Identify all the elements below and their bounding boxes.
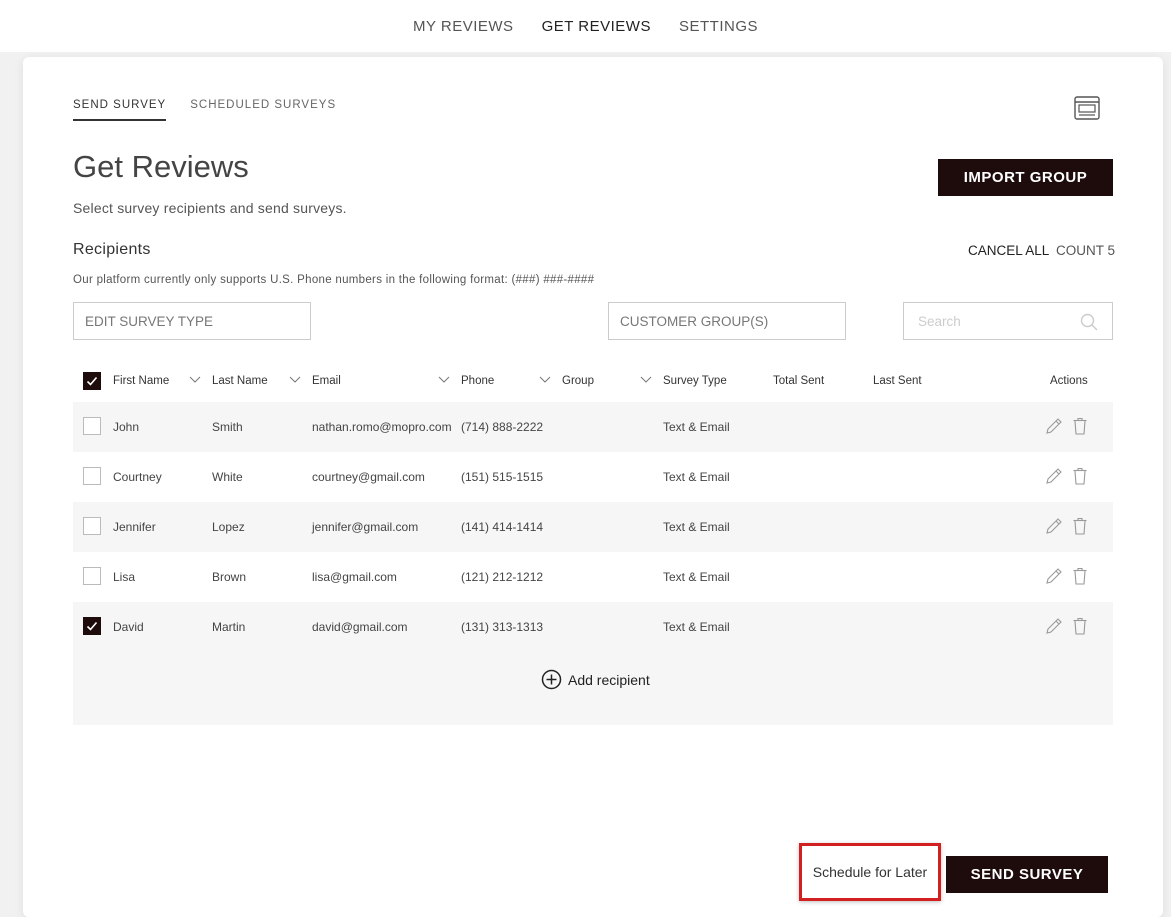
add-recipient-label: Add recipient <box>568 671 650 688</box>
customer-groups-select[interactable]: CUSTOMER GROUP(S) <box>608 302 846 340</box>
trash-icon[interactable] <box>1070 566 1090 586</box>
row-checkbox[interactable] <box>83 517 101 535</box>
trash-icon[interactable] <box>1070 616 1090 636</box>
header-last-sent: Last Sent <box>873 375 922 387</box>
phone-format-notice: Our platform currently only supports U.S… <box>73 274 595 286</box>
cell-phone: (131) 313-1313 <box>461 620 544 634</box>
send-survey-button[interactable]: SEND SURVEY <box>946 856 1108 893</box>
add-recipient-button[interactable]: Add recipient <box>541 669 650 690</box>
header-group: Group <box>562 375 594 387</box>
cell-last-name: Lopez <box>212 520 245 534</box>
chevron-down-icon[interactable] <box>289 376 301 384</box>
nav-settings[interactable]: SETTINGS <box>679 18 758 35</box>
cell-survey-type: Text & Email <box>663 570 730 584</box>
recipient-count: COUNT 5 <box>1056 243 1116 258</box>
plus-circle-icon <box>541 669 562 690</box>
row-checkbox[interactable] <box>83 417 101 435</box>
edit-pencil-icon[interactable] <box>1044 416 1064 436</box>
select-all-checkbox[interactable] <box>83 372 101 390</box>
trash-icon[interactable] <box>1070 416 1090 436</box>
table-body: John Smith nathan.romo@mopro.com (714) 888-… <box>73 402 1113 652</box>
table-header: First Name Last Name Email Phone Group S… <box>73 362 1113 402</box>
cell-phone: (714) 888-2222 <box>461 420 544 434</box>
recipients-title: Recipients <box>73 241 151 258</box>
tab-send-survey[interactable]: SEND SURVEY <box>73 99 167 121</box>
table-row: John Smith nathan.romo@mopro.com (714) 888-… <box>73 402 1113 452</box>
check-icon <box>86 376 98 386</box>
trash-icon[interactable] <box>1070 516 1090 536</box>
nav-my-reviews[interactable]: MY REVIEWS <box>413 18 514 35</box>
cell-email: jennifer@gmail.com <box>312 520 419 534</box>
cell-first-name: Courtney <box>113 470 162 484</box>
nav-get-reviews[interactable]: GET REVIEWS <box>542 18 651 35</box>
cell-email: nathan.romo@mopro.com <box>312 420 452 434</box>
add-recipient-row: Add recipient <box>73 652 1113 725</box>
row-checkbox[interactable] <box>83 617 101 635</box>
table-row: Jennifer Lopez jennifer@gmail.com (141) 414… <box>73 502 1113 552</box>
edit-pencil-icon[interactable] <box>1044 466 1064 486</box>
cell-first-name: David <box>113 620 144 634</box>
cell-survey-type: Text & Email <box>663 470 730 484</box>
cell-phone: (151) 515-1515 <box>461 470 544 484</box>
cell-email: courtney@gmail.com <box>312 470 425 484</box>
header-first-name: First Name <box>113 375 170 387</box>
import-group-button[interactable]: IMPORT GROUP <box>938 159 1113 196</box>
cancel-all-link[interactable]: CANCEL ALL <box>968 243 1049 258</box>
row-checkbox[interactable] <box>83 567 101 585</box>
cell-last-name: Smith <box>212 420 243 434</box>
cell-last-name: Martin <box>212 620 246 634</box>
cell-last-name: White <box>212 470 243 484</box>
main-card: SEND SURVEY SCHEDULED SURVEYS Get Review… <box>23 57 1163 917</box>
chevron-down-icon[interactable] <box>189 376 201 384</box>
header-phone: Phone <box>461 375 495 387</box>
chevron-down-icon[interactable] <box>640 376 652 384</box>
cell-phone: (141) 414-1414 <box>461 520 544 534</box>
page-subtitle: Select survey recipients and send survey… <box>73 200 347 216</box>
cell-survey-type: Text & Email <box>663 420 730 434</box>
table-row: David Martin david@gmail.com (131) 313-1313… <box>73 602 1113 652</box>
cell-survey-type: Text & Email <box>663 620 730 634</box>
tab-scheduled-surveys[interactable]: SCHEDULED SURVEYS <box>190 99 336 121</box>
cell-survey-type: Text & Email <box>663 520 730 534</box>
header-actions: Actions <box>1050 375 1088 387</box>
top-navigation: MY REVIEWS GET REVIEWS SETTINGS <box>0 0 1171 52</box>
chevron-down-icon[interactable] <box>438 376 450 384</box>
cell-email: lisa@gmail.com <box>312 570 397 584</box>
chevron-down-icon[interactable] <box>539 376 551 384</box>
cell-last-name: Brown <box>212 570 247 584</box>
edit-pencil-icon[interactable] <box>1044 566 1064 586</box>
trash-icon[interactable] <box>1070 466 1090 486</box>
header-last-name: Last Name <box>212 375 268 387</box>
cell-first-name: John <box>113 420 140 434</box>
page-title: Get Reviews <box>73 149 249 184</box>
table-row: Lisa Brown lisa@gmail.com (121) 212-1212 Tex… <box>73 552 1113 602</box>
schedule-for-later-button[interactable]: Schedule for Later <box>799 843 941 901</box>
search-input[interactable] <box>904 302 1090 340</box>
cell-first-name: Jennifer <box>113 520 156 534</box>
search-box <box>903 302 1113 340</box>
cell-phone: (121) 212-1212 <box>461 570 544 584</box>
header-total-sent: Total Sent <box>773 375 825 387</box>
cell-first-name: Lisa <box>113 570 136 584</box>
cell-email: david@gmail.com <box>312 620 408 634</box>
edit-pencil-icon[interactable] <box>1044 616 1064 636</box>
check-icon <box>86 621 98 631</box>
layout-preview-icon[interactable] <box>1073 94 1101 122</box>
table-row: Courtney White courtney@gmail.com (151) 515… <box>73 452 1113 502</box>
search-icon[interactable] <box>1080 313 1098 331</box>
header-survey-type: Survey Type <box>663 375 727 387</box>
edit-pencil-icon[interactable] <box>1044 516 1064 536</box>
subtabs: SEND SURVEY SCHEDULED SURVEYS <box>73 99 336 121</box>
recipients-table: First Name Last Name Email Phone Group S… <box>73 362 1113 725</box>
header-email: Email <box>312 375 341 387</box>
edit-survey-type-select[interactable]: EDIT SURVEY TYPE <box>73 302 311 340</box>
row-checkbox[interactable] <box>83 467 101 485</box>
